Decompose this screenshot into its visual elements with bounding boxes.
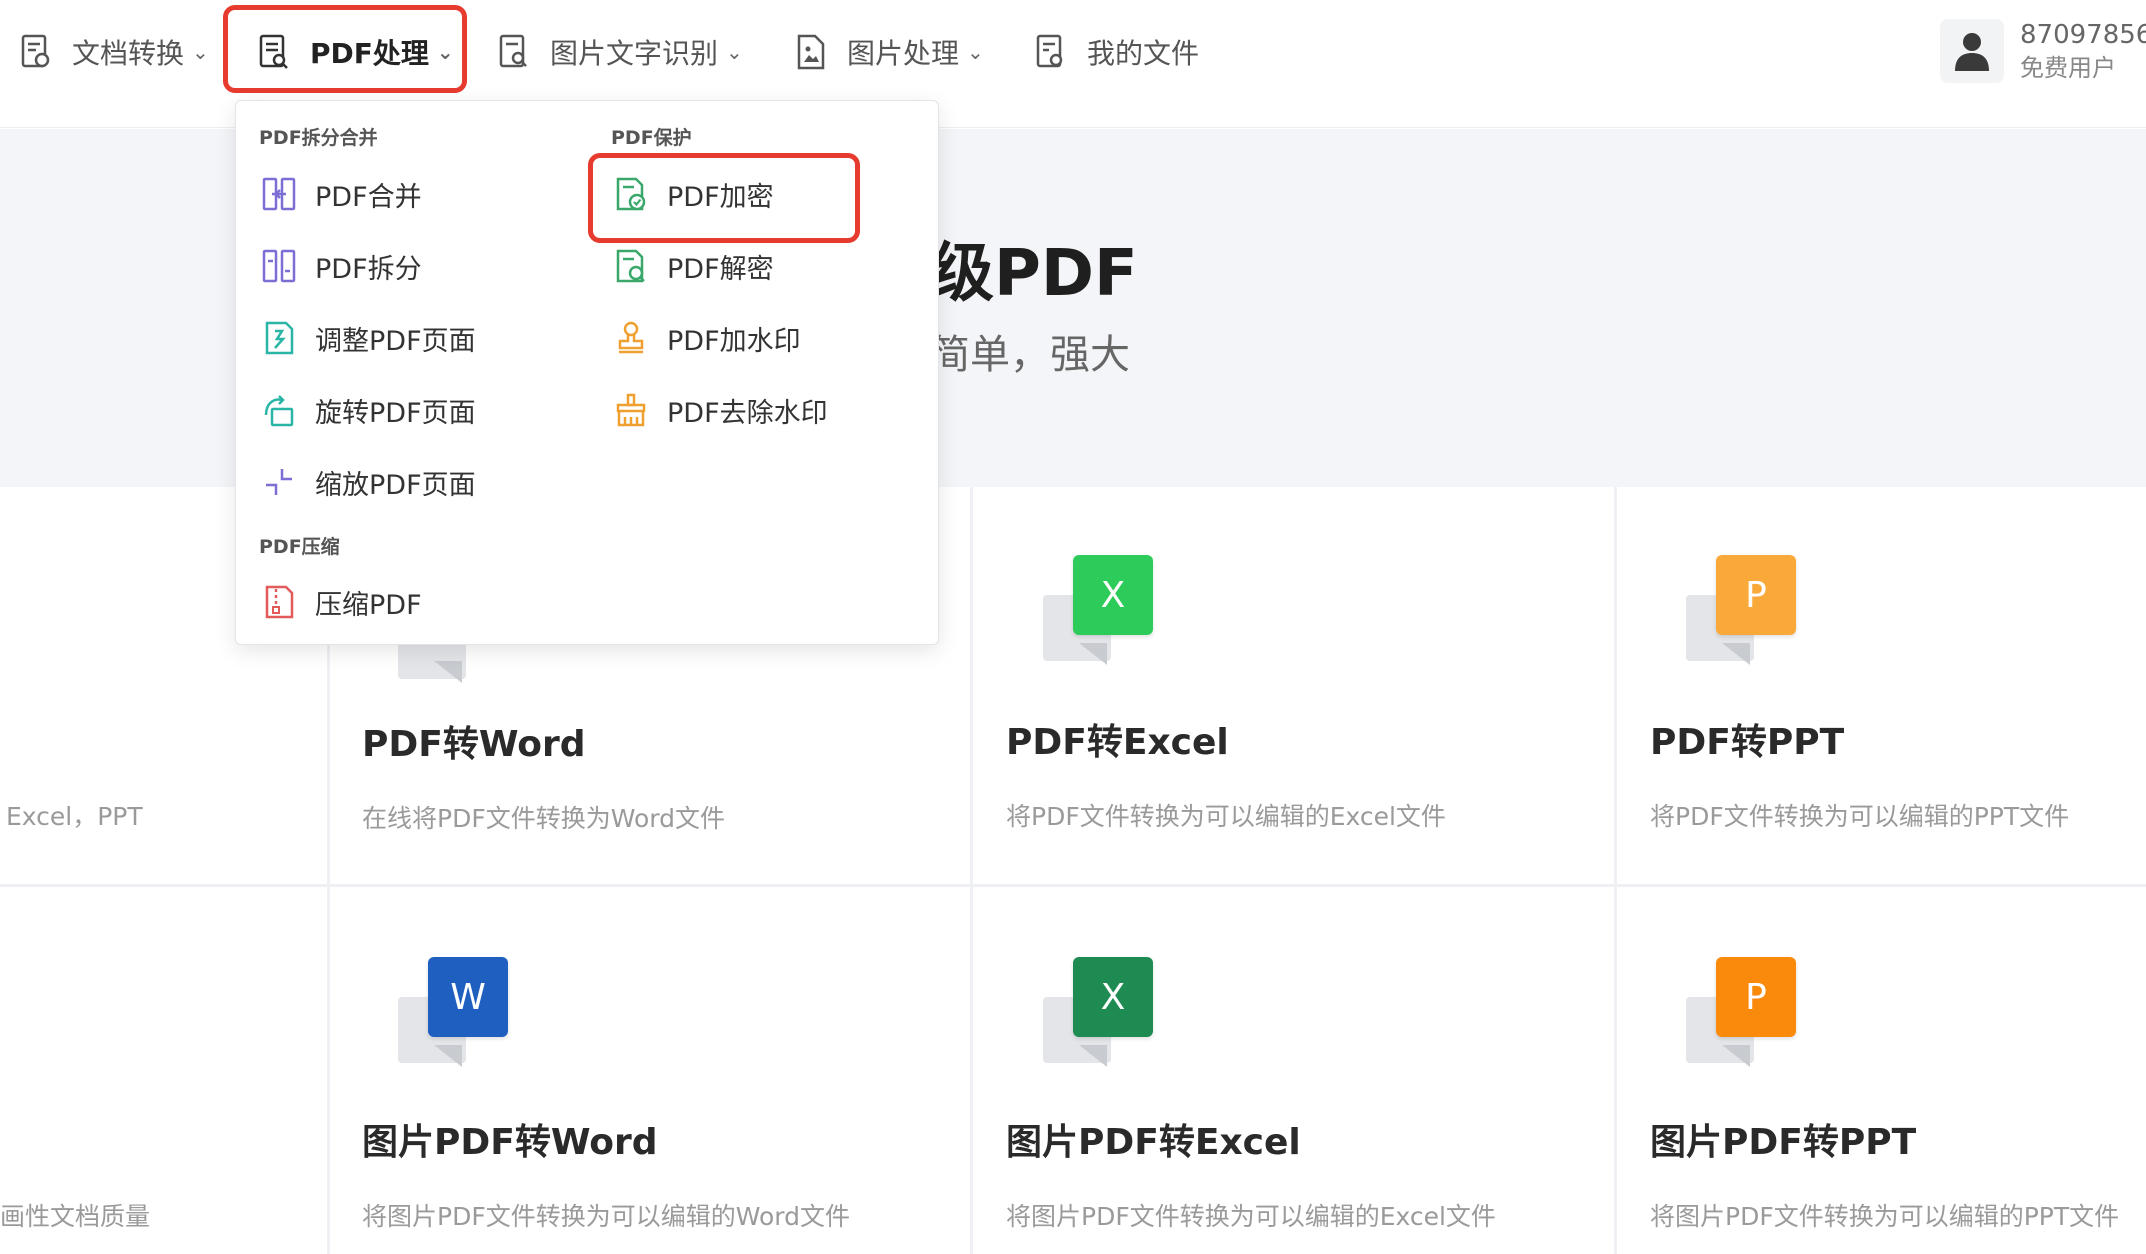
menu-item-label: 缩放PDF页面 xyxy=(315,469,476,501)
ocr-icon xyxy=(498,34,530,70)
chevron-down-icon: ⌄ xyxy=(436,40,454,64)
tool-card-image-pdf-to-word[interactable]: W 图片PDF转Word 将图片PDF文件转换为可以编辑的Word文件 xyxy=(330,887,970,1254)
user-info[interactable]: 87097856 免费用户 xyxy=(1940,18,2146,84)
card-title: PDF转Word xyxy=(362,724,586,765)
adjust-page-icon xyxy=(261,320,297,356)
hero-subtitle: 简单，强大 xyxy=(930,332,1130,378)
nav-ocr[interactable]: 图片文字识别 ⌄ xyxy=(498,28,743,76)
card-desc: Excel，PPT xyxy=(6,802,143,831)
tool-card-image-pdf-to-ppt[interactable]: P 图片PDF转PPT 将图片PDF文件转换为可以编辑的PPT文件 xyxy=(1617,887,2146,1254)
card-title: PDF转PPT xyxy=(1650,722,1845,763)
nav-label: 我的文件 xyxy=(1087,37,1200,70)
doc-convert-icon xyxy=(20,34,52,70)
user-icon xyxy=(1955,33,1989,71)
menu-item-label: PDF解密 xyxy=(667,253,774,285)
menu-item-scale-pages[interactable]: 缩放PDF页面 xyxy=(261,457,476,507)
excel-letter: X xyxy=(1073,957,1153,1037)
menu-item-add-watermark[interactable]: PDF加水印 xyxy=(613,313,801,363)
nav-image-process[interactable]: 图片处理 ⌄ xyxy=(795,28,984,76)
user-role: 免费用户 xyxy=(2020,54,2116,82)
excel-letter: X xyxy=(1073,555,1153,635)
menu-item-label: 压缩PDF xyxy=(315,589,422,621)
ppt-file-icon: P xyxy=(1686,957,1798,1069)
card-title: 图片PDF转Excel xyxy=(1006,1122,1301,1163)
menu-item-label: PDF加水印 xyxy=(667,325,801,357)
chevron-down-icon: ⌄ xyxy=(192,40,209,64)
menu-item-adjust-pages[interactable]: 调整PDF页面 xyxy=(261,313,476,363)
word-letter: W xyxy=(428,957,508,1037)
nav-label: 图片处理 xyxy=(847,37,960,70)
hero-title: 级PDF xyxy=(930,237,1138,311)
nav-pdf-process[interactable]: PDF处理 ⌄ xyxy=(258,28,454,76)
nav-my-files[interactable]: 我的文件 xyxy=(1035,28,1199,76)
menu-item-pdf-split[interactable]: PDF拆分 xyxy=(261,241,422,291)
word-file-icon: W xyxy=(398,957,510,1069)
card-desc: 将图片PDF文件转换为可以编辑的PPT文件 xyxy=(1650,1202,2120,1231)
menu-item-pdf-encrypt[interactable]: PDF加密 xyxy=(613,169,774,219)
tool-card-pdf-to-ppt[interactable]: P PDF转PPT 将PDF文件转换为可以编辑的PPT文件 xyxy=(1617,487,2146,884)
stamp-icon xyxy=(613,320,649,356)
nav-label: 图片文字识别 xyxy=(550,37,719,70)
card-title: 图片PDF转PPT xyxy=(1650,1122,1917,1163)
card-desc: 将PDF文件转换为可以编辑的Excel文件 xyxy=(1006,802,1446,831)
menu-item-label: PDF去除水印 xyxy=(667,397,828,429)
avatar[interactable] xyxy=(1940,19,2004,83)
user-id: 87097856 xyxy=(2020,20,2146,50)
menu-item-pdf-merge[interactable]: PDF合并 xyxy=(261,169,422,219)
card-desc: 画性文档质量 xyxy=(0,1202,151,1231)
menu-item-label: 调整PDF页面 xyxy=(315,325,476,357)
menu-item-label: 旋转PDF页面 xyxy=(315,397,476,429)
menu-item-label: PDF加密 xyxy=(667,181,774,213)
group-protect: PDF保护 xyxy=(611,127,692,149)
broom-icon xyxy=(613,392,649,428)
tool-card-image-pdf-to-excel[interactable]: X 图片PDF转Excel 将图片PDF文件转换为可以编辑的Excel文件 xyxy=(973,887,1614,1254)
menu-item-label: PDF合并 xyxy=(315,181,422,213)
tool-card-pdf-to-excel[interactable]: X PDF转Excel 将PDF文件转换为可以编辑的Excel文件 xyxy=(973,487,1614,884)
nav-label: 文档转换 xyxy=(72,37,185,70)
decrypt-icon xyxy=(613,248,649,284)
pdf-process-icon xyxy=(258,34,290,70)
tool-card-partial[interactable]: 画性文档质量 xyxy=(0,887,327,1254)
menu-item-remove-watermark[interactable]: PDF去除水印 xyxy=(613,385,828,435)
card-desc: 将图片PDF文件转换为可以编辑的Word文件 xyxy=(362,1202,850,1231)
card-desc: 在线将PDF文件转换为Word文件 xyxy=(362,804,725,833)
menu-item-pdf-decrypt[interactable]: PDF解密 xyxy=(613,241,774,291)
menu-item-label: PDF拆分 xyxy=(315,253,422,285)
menu-item-rotate-pages[interactable]: 旋转PDF页面 xyxy=(261,385,476,435)
card-desc: 将图片PDF文件转换为可以编辑的Excel文件 xyxy=(1006,1202,1496,1231)
rotate-icon xyxy=(261,392,297,428)
ppt-file-icon: P xyxy=(1686,555,1798,667)
group-compress: PDF压缩 xyxy=(259,536,340,558)
ppt-letter: P xyxy=(1716,555,1796,635)
chevron-down-icon: ⌄ xyxy=(726,40,743,64)
my-files-icon xyxy=(1035,34,1067,70)
nav-doc-convert[interactable]: 文档转换 ⌄ xyxy=(20,28,209,76)
split-icon xyxy=(261,248,297,284)
group-split-merge: PDF拆分合并 xyxy=(259,127,378,149)
card-title: PDF转Excel xyxy=(1006,722,1229,763)
nav-label: PDF处理 xyxy=(310,37,429,70)
chevron-down-icon: ⌄ xyxy=(967,40,984,64)
encrypt-icon xyxy=(613,176,649,212)
image-process-icon xyxy=(795,34,827,70)
menu-item-compress-pdf[interactable]: 压缩PDF xyxy=(261,577,422,627)
pdf-process-dropdown: PDF拆分合并 PDF保护 PDF压缩 PDF合并 PDF拆分 调整PDF页面 … xyxy=(235,100,939,645)
card-title: 图片PDF转Word xyxy=(362,1122,658,1163)
scale-icon xyxy=(261,464,297,500)
compress-icon xyxy=(261,584,297,620)
card-desc: 将PDF文件转换为可以编辑的PPT文件 xyxy=(1650,802,2070,831)
ppt-letter: P xyxy=(1716,957,1796,1037)
excel-file-icon: X xyxy=(1043,957,1155,1069)
excel-file-icon: X xyxy=(1043,555,1155,667)
merge-icon xyxy=(261,176,297,212)
